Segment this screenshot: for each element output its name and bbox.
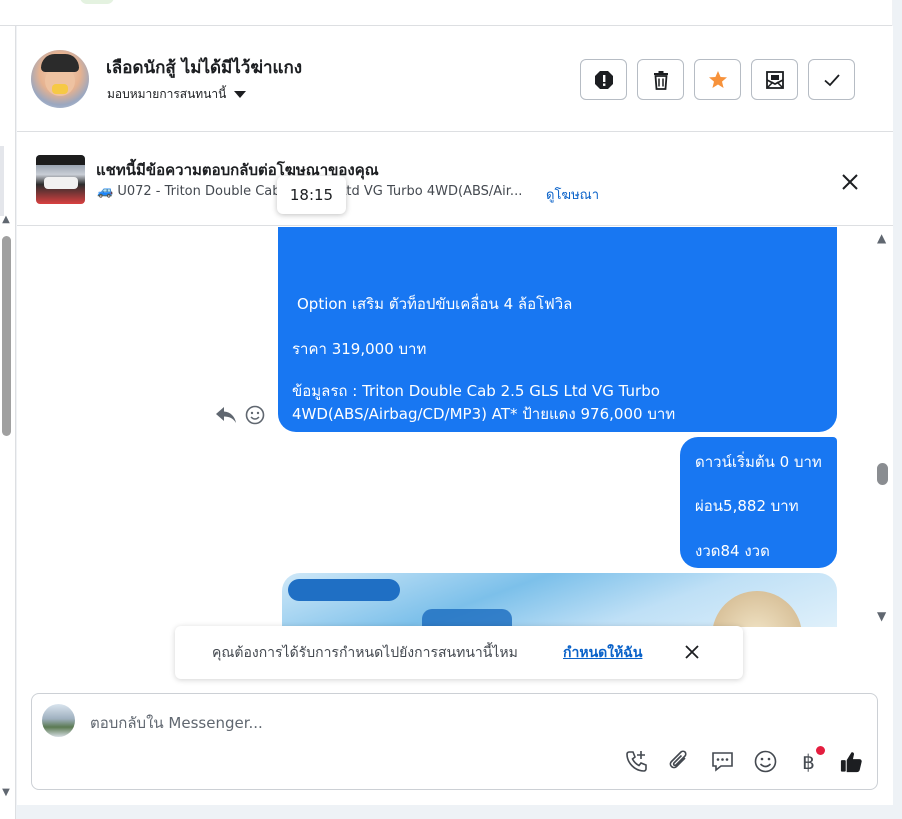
top-pill: [80, 0, 114, 4]
thread-scrollbar-thumb[interactable]: [877, 463, 888, 485]
assign-label: มอบหมายการสนทนานี้: [107, 87, 227, 101]
message-text: ดาวน์เริ่มต้น 0 บาท: [695, 453, 822, 471]
outgoing-message-bubble[interactable]: ดาวน์เริ่มต้น 0 บาท ผ่อน5,882 บาท งวด84 …: [680, 437, 837, 568]
mark-unread-button[interactable]: [751, 59, 798, 100]
trash-icon: [653, 70, 668, 90]
timestamp-tooltip: 18:15: [277, 176, 346, 214]
baht-symbol: ฿: [802, 749, 815, 774]
ad-thumbnail[interactable]: [36, 155, 85, 204]
avatar-cake: [52, 84, 68, 94]
message-text: งวด84 งวด: [695, 542, 770, 560]
message-actions: [215, 405, 265, 425]
message-text: ข้อมูลรถ : Triton Double Cab 2.5 GLS Ltd…: [292, 382, 676, 423]
ad-thumbnail-band: [36, 155, 85, 165]
close-icon[interactable]: [837, 169, 863, 195]
ad-thumbnail-car: [44, 177, 78, 189]
message-thread: Option เสริม ตัวท็อปขับเคลื่อน 4 ล้อโฟวิ…: [17, 227, 893, 627]
assign-conversation-dropdown[interactable]: มอบหมายการสนทนานี้: [107, 85, 247, 104]
left-scroll-down-arrow[interactable]: ▼: [0, 787, 12, 799]
image-headline-shape: [422, 609, 512, 627]
message-composer: ฿: [31, 693, 878, 790]
thread-scroll-down-arrow[interactable]: ▼: [877, 609, 886, 623]
call-add-icon[interactable]: [624, 749, 649, 774]
caret-down-icon: [234, 91, 247, 98]
star-button[interactable]: [694, 59, 741, 100]
conversation-header: เลือดนักสู้ ไม่ได้มีไว้ฆ่าแกง มอบหมายการ…: [17, 26, 893, 132]
bottom-background: [0, 805, 902, 819]
conversation-panel: เลือดนักสู้ ไม่ได้มีไว้ฆ่าแกง มอบหมายการ…: [17, 26, 893, 805]
assign-prompt-question: คุณต้องการได้รับการกำหนดไปยังการสนทนานี้…: [212, 645, 518, 661]
image-logo-badge: [288, 579, 400, 601]
right-background: [893, 0, 902, 819]
incoming-message-bubble[interactable]: Option เสริม ตัวท็อปขับเคลื่อน 4 ล้อโฟวิ…: [278, 227, 837, 432]
saved-reply-icon[interactable]: [710, 749, 735, 774]
left-scroll-up-arrow[interactable]: ▲: [0, 214, 12, 226]
image-message[interactable]: [282, 573, 837, 627]
check-icon: [823, 73, 840, 86]
close-icon[interactable]: [681, 641, 703, 663]
message-text: ราคา 319,000 บาท: [292, 340, 427, 358]
top-strip: [0, 0, 892, 26]
message-text: ผ่อน5,882 บาท: [695, 497, 799, 515]
delete-button[interactable]: [637, 59, 684, 100]
ad-reply-banner: แชทนี้มีข้อความตอบกลับต่อโฆษณาของคุณ 🚙 U…: [17, 133, 893, 226]
avatar-hair: [41, 54, 79, 72]
image-ice-cream: [712, 591, 802, 627]
attachment-icon[interactable]: [667, 749, 692, 774]
react-emoji-icon[interactable]: [245, 405, 265, 425]
assign-to-me-link[interactable]: กำหนดให้ฉัน: [563, 642, 642, 664]
envelope-icon: [765, 70, 784, 89]
contact-avatar[interactable]: [31, 50, 89, 108]
my-avatar: [42, 704, 75, 737]
thread-scroll-up-arrow[interactable]: ▲: [877, 231, 886, 245]
mark-done-button[interactable]: [808, 59, 855, 100]
message-text: Option เสริม ตัวท็อปขับเคลื่อน 4 ล้อโฟวิ…: [297, 295, 573, 313]
emoji-icon[interactable]: [753, 749, 778, 774]
left-rail-tab[interactable]: [0, 146, 4, 216]
composer-toolbar: ฿: [624, 746, 864, 774]
notification-dot: [816, 746, 825, 755]
reply-input[interactable]: [90, 712, 790, 734]
report-button[interactable]: [580, 59, 627, 100]
alert-octagon-icon: [594, 70, 613, 89]
star-icon: [708, 70, 727, 88]
contact-name[interactable]: เลือดนักสู้ ไม่ได้มีไว้ฆ่าแกง: [106, 54, 302, 81]
payment-icon[interactable]: ฿: [796, 746, 825, 774]
left-scrollbar-thumb[interactable]: [2, 236, 11, 436]
assign-prompt: คุณต้องการได้รับการกำหนดไปยังการสนทนานี้…: [175, 626, 743, 679]
like-icon[interactable]: [839, 749, 864, 774]
reply-icon[interactable]: [215, 405, 237, 425]
view-ad-link[interactable]: ดูโฆษณา: [546, 184, 599, 205]
